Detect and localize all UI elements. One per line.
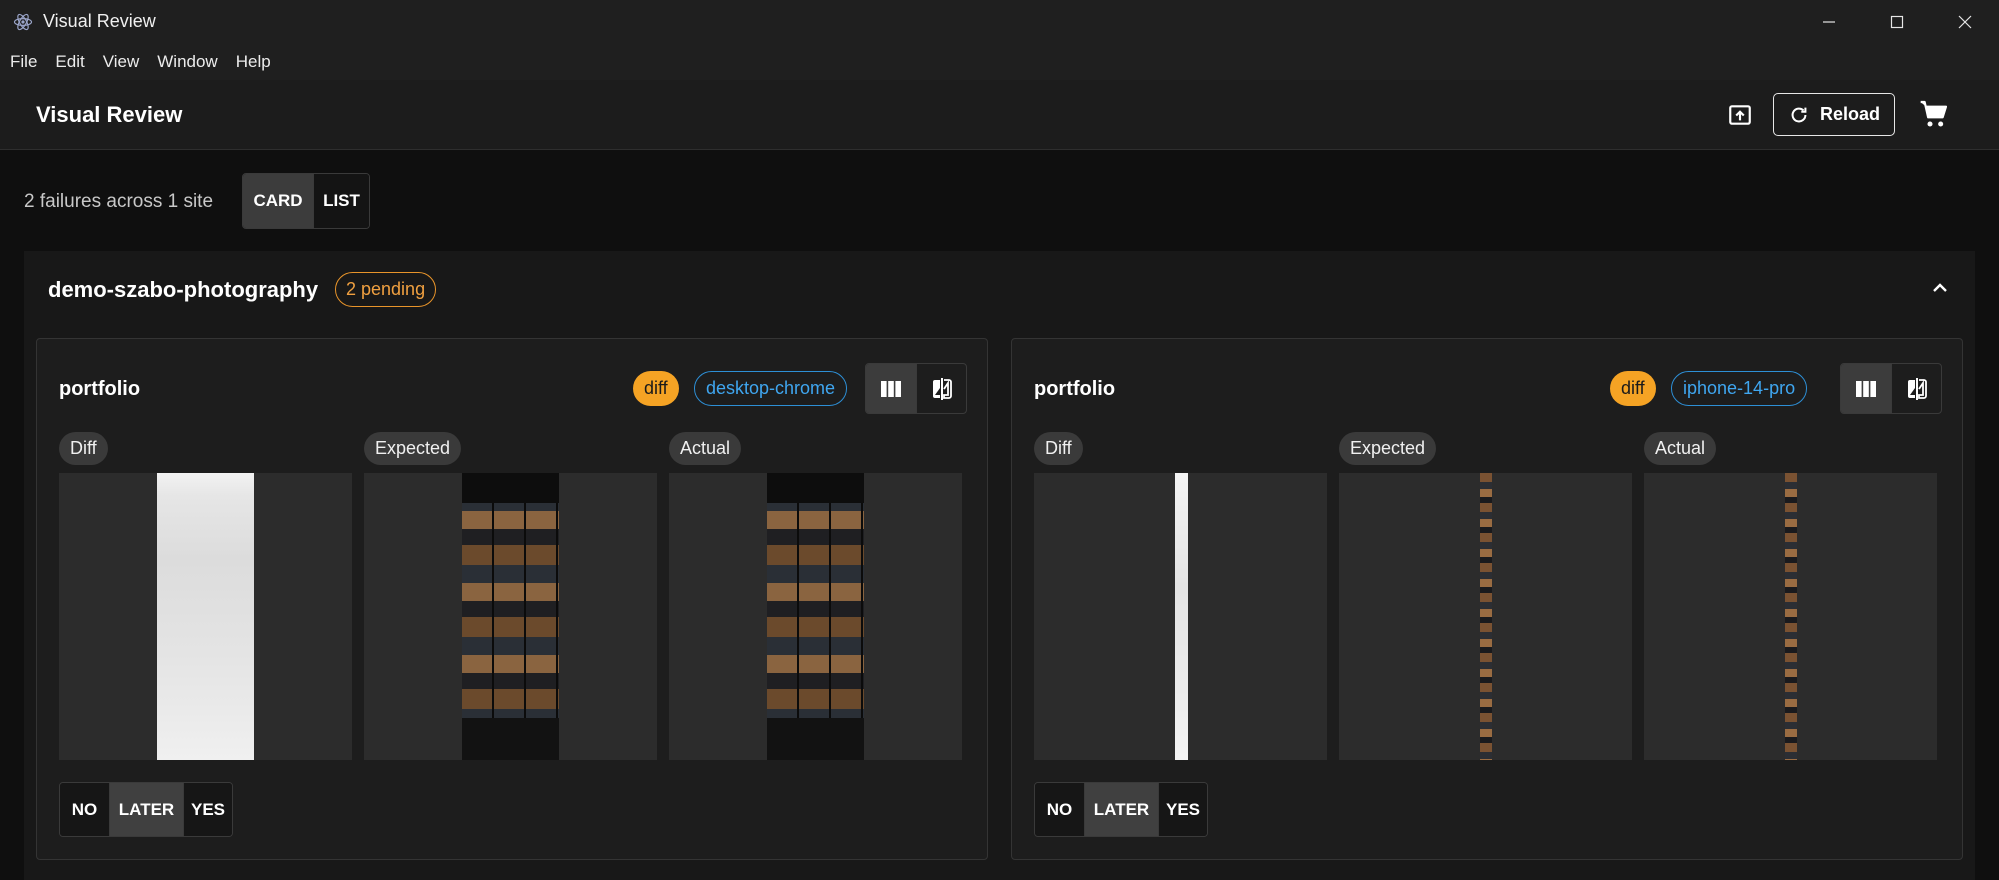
actual-image-panel[interactable] bbox=[1644, 473, 1937, 760]
columns-icon bbox=[881, 380, 901, 397]
app-header: Visual Review Reload bbox=[0, 80, 1999, 150]
columns-icon bbox=[1856, 380, 1876, 397]
menu-help[interactable]: Help bbox=[236, 52, 271, 72]
decision-yes-button[interactable]: YES bbox=[183, 783, 232, 836]
site-name: demo-szabo-photography bbox=[48, 277, 319, 302]
device-chip: desktop-chrome bbox=[694, 371, 848, 406]
actual-label: Actual bbox=[669, 432, 742, 465]
refresh-icon bbox=[1791, 107, 1807, 122]
open-external-button[interactable] bbox=[1722, 97, 1758, 133]
device-chip: iphone-14-pro bbox=[1671, 371, 1808, 406]
diff-label: Diff bbox=[1034, 432, 1083, 465]
maximize-icon bbox=[1890, 15, 1904, 28]
layout-toggle bbox=[1840, 363, 1942, 414]
card-title: portfolio bbox=[1034, 378, 1116, 400]
decision-no-button[interactable]: NO bbox=[1035, 783, 1084, 836]
expected-image-panel[interactable] bbox=[1339, 473, 1632, 760]
failure-summary: 2 failures across 1 site bbox=[24, 191, 214, 212]
compare-layout-button[interactable] bbox=[1891, 364, 1941, 413]
actual-image-panel[interactable] bbox=[669, 473, 962, 760]
cart-icon bbox=[1920, 100, 1948, 127]
diff-screenshot bbox=[1175, 473, 1188, 760]
view-mode-toggle: CARD LIST bbox=[242, 173, 370, 229]
app-title: Visual Review bbox=[36, 102, 183, 127]
open-external-icon bbox=[1729, 105, 1751, 125]
close-icon bbox=[1958, 15, 1972, 28]
diff-label: Diff bbox=[59, 432, 108, 465]
view-card-button[interactable]: CARD bbox=[243, 174, 313, 228]
window-title: Visual Review bbox=[43, 11, 156, 31]
status-chip: diff bbox=[633, 371, 679, 406]
site-section: demo-szabo-photography 2 pending portfol… bbox=[24, 251, 1975, 880]
minimize-icon bbox=[1823, 20, 1835, 23]
cart-button[interactable] bbox=[1916, 96, 1952, 132]
compare-icon bbox=[932, 377, 952, 400]
expected-image-panel[interactable] bbox=[364, 473, 657, 760]
compare-icon bbox=[1907, 377, 1927, 400]
review-card: portfolio diff desktop-chrome Diff Expec… bbox=[36, 338, 988, 860]
columns-layout-button[interactable] bbox=[1841, 364, 1891, 413]
menu-file[interactable]: File bbox=[10, 52, 37, 72]
chevron-up-icon bbox=[1933, 283, 1947, 292]
decision-yes-button[interactable]: YES bbox=[1158, 783, 1207, 836]
pending-badge: 2 pending bbox=[335, 272, 437, 307]
layout-toggle bbox=[865, 363, 967, 414]
expected-screenshot bbox=[1480, 473, 1492, 760]
decision-no-button[interactable]: NO bbox=[60, 783, 109, 836]
decision-later-button[interactable]: LATER bbox=[109, 783, 183, 836]
close-button[interactable] bbox=[1931, 0, 1999, 43]
expected-screenshot bbox=[462, 473, 559, 760]
card-title: portfolio bbox=[59, 378, 141, 400]
expected-label: Expected bbox=[1339, 432, 1437, 465]
diff-image-panel[interactable] bbox=[1034, 473, 1327, 760]
diff-screenshot bbox=[157, 473, 254, 760]
compare-layout-button[interactable] bbox=[916, 364, 966, 413]
menu-bar: File Edit View Window Help bbox=[0, 43, 1999, 80]
collapse-button[interactable] bbox=[1925, 273, 1955, 303]
review-card: portfolio diff iphone-14-pro Diff Expect… bbox=[1011, 338, 1963, 860]
status-chip: diff bbox=[1610, 371, 1656, 406]
reload-label: Reload bbox=[1819, 104, 1880, 124]
decision-later-button[interactable]: LATER bbox=[1084, 783, 1158, 836]
title-bar: Visual Review bbox=[0, 0, 1999, 43]
maximize-button[interactable] bbox=[1863, 0, 1931, 43]
decision-toggle: NO LATER YES bbox=[1034, 782, 1208, 837]
menu-window[interactable]: Window bbox=[157, 52, 217, 72]
columns-layout-button[interactable] bbox=[866, 364, 916, 413]
expected-label: Expected bbox=[364, 432, 462, 465]
electron-atom-icon bbox=[13, 12, 33, 32]
actual-label: Actual bbox=[1644, 432, 1717, 465]
menu-edit[interactable]: Edit bbox=[55, 52, 84, 72]
menu-view[interactable]: View bbox=[103, 52, 140, 72]
actual-screenshot bbox=[767, 473, 864, 760]
diff-image-panel[interactable] bbox=[59, 473, 352, 760]
decision-toggle: NO LATER YES bbox=[59, 782, 233, 837]
minimize-button[interactable] bbox=[1795, 0, 1863, 43]
view-list-button[interactable]: LIST bbox=[313, 174, 369, 228]
actual-screenshot bbox=[1785, 473, 1797, 760]
reload-button[interactable]: Reload bbox=[1773, 93, 1895, 136]
